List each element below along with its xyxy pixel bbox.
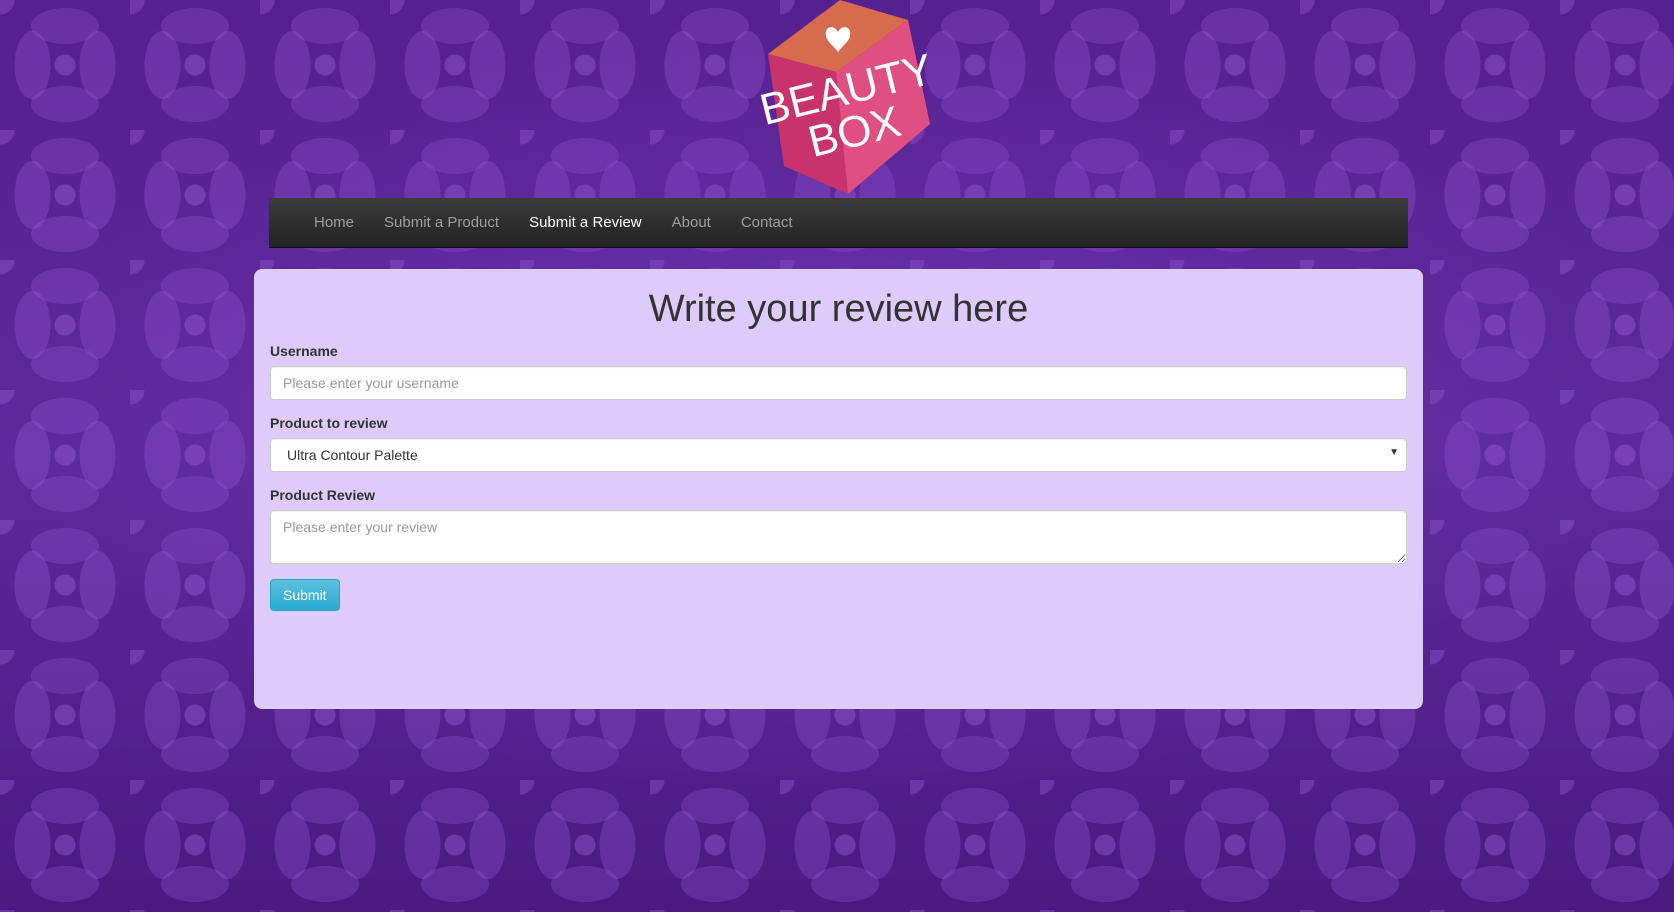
username-group: Username [270,343,1407,400]
nav-item-contact[interactable]: Contact [726,198,808,248]
username-input[interactable] [270,365,1407,400]
review-form-panel: Write your review here Username Product … [254,269,1423,709]
review-textarea[interactable] [270,509,1407,564]
username-label: Username [270,342,338,359]
beauty-box-logo[interactable]: BEAUTY BOX [740,0,940,200]
review-label: Product Review [270,486,376,503]
product-group: Product to review Ultra Contour Palette … [270,415,1407,472]
nav-item-submit-review[interactable]: Submit a Review [514,198,657,248]
review-group: Product Review [270,487,1407,564]
product-label: Product to review [270,414,388,431]
nav-item-about[interactable]: About [657,198,726,248]
nav-item-home[interactable]: Home [299,198,369,248]
submit-button[interactable]: Submit [270,578,340,611]
nav-item-submit-product[interactable]: Submit a Product [369,198,514,248]
nav-list: Home Submit a Product Submit a Review Ab… [269,198,1408,247]
product-select-value[interactable]: Ultra Contour Palette [270,437,1407,472]
main-navbar: Home Submit a Product Submit a Review Ab… [269,198,1408,248]
page-title: Write your review here [648,288,1029,330]
chevron-down-icon: ▼ [1389,446,1399,458]
product-select[interactable]: Ultra Contour Palette ▼ [270,437,1407,472]
